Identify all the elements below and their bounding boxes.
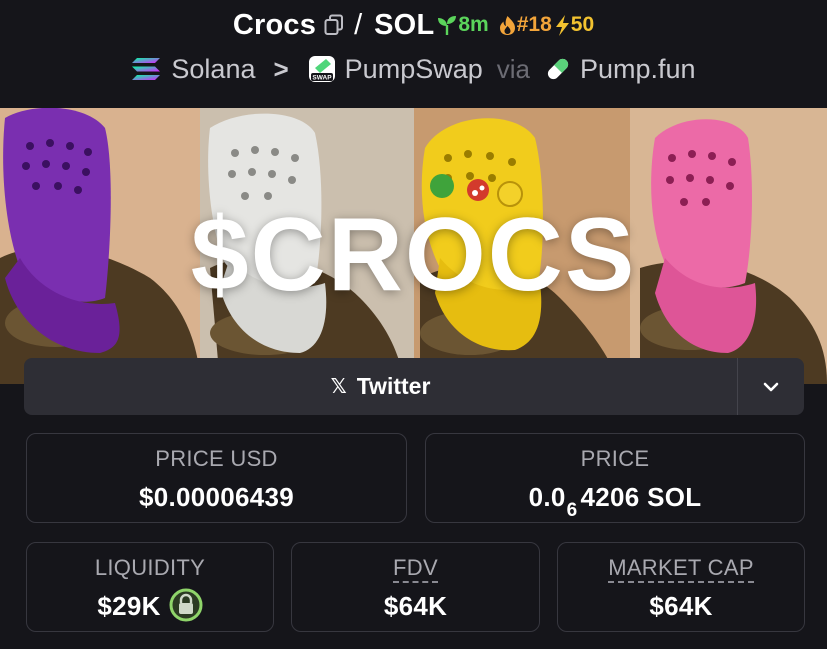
social-links-bar: 𝕏 Twitter — [24, 358, 804, 415]
twitter-label: Twitter — [356, 373, 431, 399]
market-cap-label[interactable]: MARKET CAP — [608, 555, 754, 583]
price-native-card: PRICE 0.06 4206 SOL — [425, 433, 805, 523]
price-usd-value: $0.00006439 — [138, 482, 295, 512]
liquidity-label: LIQUIDITY — [94, 555, 206, 580]
token-banner: $CROCS — [0, 108, 827, 384]
price-native-value: 0.06 4206 SOL — [426, 482, 804, 521]
pill-icon — [544, 55, 572, 83]
fdv-label[interactable]: FDV — [393, 555, 438, 583]
breadcrumb-separator: > — [273, 53, 289, 84]
swap-badge-text: SWAP — [312, 75, 332, 82]
market-cap-label-wrap: MARKET CAP — [558, 555, 804, 583]
flame-icon — [499, 15, 516, 36]
solana-icon — [131, 57, 161, 81]
quote-symbol: SOL — [374, 8, 435, 41]
market-cap-card: MARKET CAP $64K — [557, 542, 805, 632]
breadcrumb: Solana > SWAP PumpSwap via Pump.fun — [0, 50, 827, 88]
chevron-down-icon — [763, 382, 779, 391]
via-label: via — [496, 53, 530, 84]
fdv-value: $64K — [383, 591, 448, 621]
lock-icon[interactable] — [169, 588, 203, 622]
chain-link[interactable]: Solana — [171, 54, 255, 85]
pair-title-row: Crocs / SOL 8m #18 50 — [0, 8, 827, 42]
fdv-label-wrap: FDV — [292, 555, 539, 583]
twitter-button[interactable]: 𝕏 Twitter — [24, 358, 738, 415]
seedling-icon — [437, 14, 457, 36]
bolt-icon — [554, 14, 571, 37]
x-icon: 𝕏 — [330, 376, 347, 398]
price-native-digits: 4206 — [580, 482, 640, 512]
liquidity-value-row: $29K — [27, 588, 273, 625]
boost-count: 50 — [570, 13, 595, 36]
price-native-zero-count: 6 — [566, 500, 578, 521]
liquidity-card: LIQUIDITY $29K — [26, 542, 274, 632]
market-cap-value: $64K — [649, 591, 713, 621]
dex-link[interactable]: PumpSwap — [345, 54, 483, 85]
price-native-prefix: 0.0 — [528, 482, 566, 512]
pair-slash: / — [354, 8, 363, 41]
price-native-label: PRICE — [580, 446, 650, 471]
token-symbol: Crocs — [232, 8, 317, 41]
more-links-toggle[interactable] — [738, 358, 804, 415]
price-usd-label: PRICE USD — [155, 446, 278, 471]
pair-age: 8m — [458, 13, 489, 36]
launchpad-link[interactable]: Pump.fun — [580, 54, 696, 85]
copy-icon[interactable] — [324, 14, 344, 36]
liquidity-value: $29K — [97, 591, 161, 621]
fdv-card: FDV $64K — [291, 542, 540, 632]
pair-header: Crocs / SOL 8m #18 50 Solana > SWAP Pump… — [0, 0, 827, 108]
price-native-unit: SOL — [647, 482, 702, 512]
trending-rank: #18 — [516, 13, 552, 36]
price-usd-card: PRICE USD $0.00006439 — [26, 433, 407, 523]
banner-title: $CROCS — [190, 197, 637, 313]
pumpswap-icon: SWAP — [307, 54, 337, 84]
